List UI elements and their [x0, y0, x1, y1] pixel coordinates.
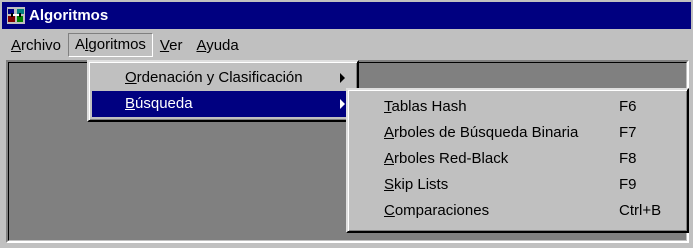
menu-item-arboles-busqueda-binaria-label: Arboles de Búsqueda Binaria — [384, 120, 578, 146]
menu-algoritmos-label: goritmos — [88, 36, 146, 53]
menu-ver[interactable]: Ver — [153, 34, 190, 57]
menu-item-busqueda-text: úsqueda — [135, 95, 193, 112]
menu-item-arboles-red-black-label: Arboles Red-Black — [384, 146, 508, 172]
menu-item-tablas-hash-accel: T — [384, 98, 392, 115]
menu-archivo[interactable]: Archivo — [4, 34, 68, 57]
menu-item-arboles-busqueda-binaria-shortcut: F7 — [619, 124, 637, 141]
menu-item-tablas-hash[interactable]: Tablas Hash F6 — [351, 94, 684, 120]
menu-item-comparaciones-accel: C — [384, 202, 395, 219]
menu-item-busqueda[interactable]: Búsqueda — [92, 91, 354, 117]
menu-item-comparaciones[interactable]: Comparaciones Ctrl+B — [351, 198, 684, 224]
menu-item-skip-lists[interactable]: Skip Lists F9 — [351, 172, 684, 198]
window-title: Algoritmos — [29, 7, 109, 24]
submenu-arrow-icon — [340, 73, 345, 83]
menu-ayuda-accel: A — [196, 36, 207, 54]
menu-item-arboles-busqueda-binaria[interactable]: Arboles de Búsqueda Binaria F7 — [351, 120, 684, 146]
submenu-arrow-icon — [340, 99, 345, 109]
menu-item-arboles-busqueda-binaria-text: rboles de Búsqueda Binaria — [394, 124, 579, 141]
menu-ayuda[interactable]: Ayuda — [189, 34, 245, 57]
title-bar[interactable]: Algoritmos — [2, 2, 691, 29]
busqueda-submenu: Tablas Hash F6 Arboles de Búsqueda Binar… — [346, 88, 689, 233]
menu-item-tablas-hash-label: Tablas Hash — [384, 94, 467, 120]
menu-item-comparaciones-text: omparaciones — [394, 202, 490, 219]
menu-algoritmos[interactable]: Algoritmos — [68, 33, 153, 57]
algoritmos-dropdown: Ordenación y Clasificación Búsqueda — [87, 60, 359, 122]
app-window: Algoritmos Archivo Algoritmos Ver Ayuda … — [0, 0, 693, 248]
menu-item-busqueda-accel: B — [125, 95, 136, 112]
menu-item-skip-lists-label: Skip Lists — [384, 172, 448, 198]
menu-item-busqueda-label: Búsqueda — [125, 91, 193, 117]
menu-item-skip-lists-accel: S — [384, 176, 395, 193]
menu-item-arboles-red-black-shortcut: F8 — [619, 150, 637, 167]
menu-item-ordenacion-text: rdenación y Clasificación — [136, 69, 303, 86]
menu-ver-accel: V — [159, 36, 170, 54]
app-icon[interactable] — [7, 7, 25, 24]
menu-item-tablas-hash-shortcut: F6 — [619, 98, 637, 115]
menu-item-comparaciones-shortcut: Ctrl+B — [619, 202, 662, 219]
menu-item-arboles-busqueda-binaria-accel: A — [384, 124, 395, 141]
menu-item-ordenacion-label: Ordenación y Clasificación — [125, 65, 303, 91]
menu-ayuda-label: yuda — [206, 36, 239, 54]
menu-item-arboles-red-black-text: rboles Red-Black — [394, 150, 509, 167]
menu-item-arboles-red-black[interactable]: Arboles Red-Black F8 — [351, 146, 684, 172]
menu-item-comparaciones-label: Comparaciones — [384, 198, 489, 224]
menu-archivo-accel: A — [11, 36, 22, 54]
menu-ver-label: er — [169, 36, 183, 54]
menu-archivo-label: rchivo — [21, 36, 62, 54]
menu-item-skip-lists-text: kip Lists — [394, 176, 449, 193]
menu-item-arboles-red-black-accel: A — [384, 150, 395, 167]
menu-item-tablas-hash-text: ablas Hash — [391, 98, 467, 115]
menu-item-ordenacion-accel: O — [125, 69, 137, 86]
menu-item-skip-lists-shortcut: F9 — [619, 176, 637, 193]
menu-bar: Archivo Algoritmos Ver Ayuda — [4, 32, 689, 58]
menu-algoritmos-label-pre: A — [75, 36, 86, 53]
menu-item-ordenacion[interactable]: Ordenación y Clasificación — [92, 65, 354, 91]
